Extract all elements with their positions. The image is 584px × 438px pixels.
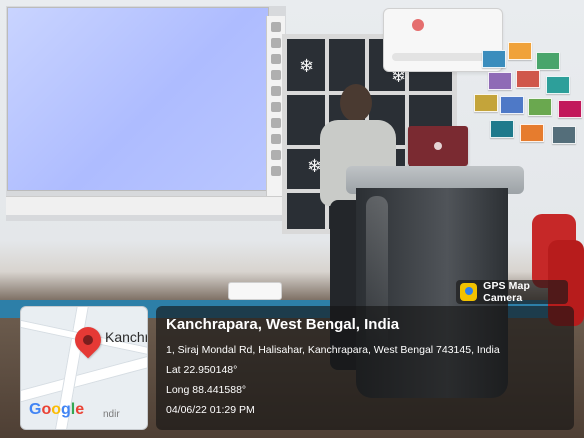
- toolbar-icon: [271, 54, 281, 64]
- toolbar-icon: [271, 150, 281, 160]
- wall-socket: [228, 282, 282, 300]
- toolbar-icon: [271, 134, 281, 144]
- postcard-wall: [474, 42, 584, 152]
- map-brand-logo: Google: [29, 401, 85, 418]
- toolbar-icon: [271, 70, 281, 80]
- toolbar-icon: [271, 118, 281, 128]
- toolbar-icon: [271, 22, 281, 32]
- person-head: [340, 84, 372, 122]
- location-latitude: Lat 22.950148°: [166, 364, 238, 376]
- snowflake-decoration-icon: ❄: [299, 56, 315, 76]
- location-title: Kanchrapara, West Bengal, India: [166, 316, 400, 333]
- projector-screen: [8, 8, 268, 190]
- toolbar-icon: [271, 166, 281, 176]
- gps-map-camera-icon: [460, 283, 478, 301]
- toolbar-icon: [271, 38, 281, 48]
- ac-logo-icon: [412, 19, 424, 31]
- toolbar-icon: [271, 102, 281, 112]
- location-longitude: Long 88.441588°: [166, 384, 247, 396]
- location-datetime: 04/06/22 01:29 PM: [166, 404, 255, 416]
- toolbar-icon: [271, 86, 281, 96]
- map-location-label: Kanchr: [105, 329, 148, 345]
- location-address: 1, Siraj Mondal Rd, Halisahar, Kanchrapa…: [166, 344, 500, 356]
- laptop-logo-icon: [434, 142, 442, 150]
- map-road: [21, 350, 147, 404]
- map-small-text: ndir: [103, 409, 120, 420]
- location-info-panel: Kanchrapara, West Bengal, India 1, Siraj…: [156, 306, 574, 430]
- gps-map-camera-label: GPS Map Camera: [483, 280, 530, 304]
- laptop: [408, 126, 468, 166]
- gps-map-camera-badge: GPS Map Camera: [456, 280, 568, 304]
- screen-tray: [6, 196, 284, 215]
- location-map-thumbnail: Kanchr Google ndir: [20, 306, 148, 430]
